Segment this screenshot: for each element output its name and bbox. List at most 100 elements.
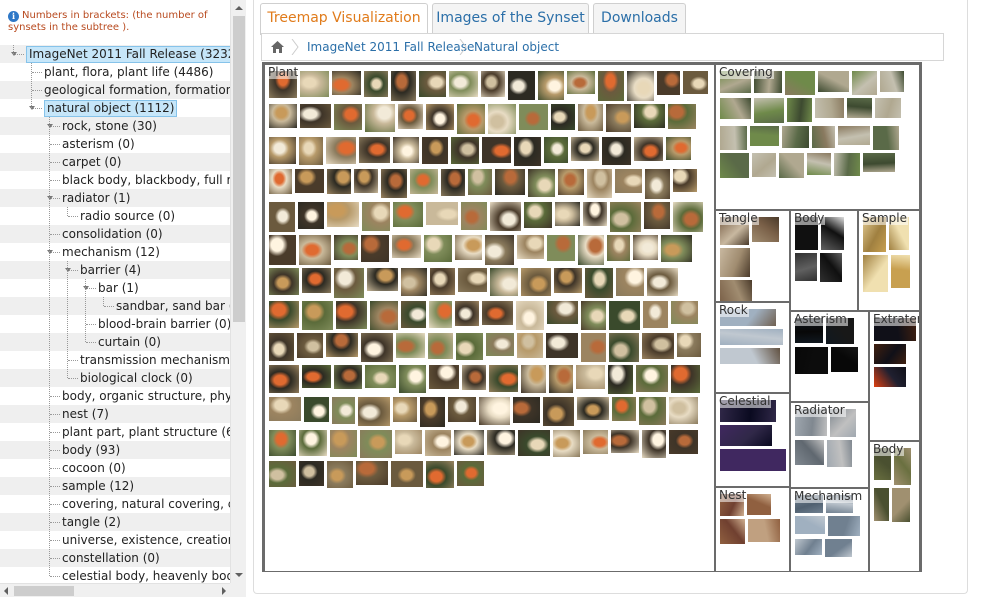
- tree-row[interactable]: body (93): [0, 441, 230, 459]
- tree-row[interactable]: barrier (4): [0, 261, 230, 279]
- synset-thumbnail[interactable]: [420, 397, 445, 427]
- synset-thumbnail[interactable]: [553, 430, 580, 457]
- synset-thumbnail[interactable]: [300, 71, 329, 97]
- tree-vertical-scrollbar[interactable]: [230, 0, 246, 583]
- synset-thumbnail[interactable]: [401, 268, 427, 296]
- synset-thumbnail[interactable]: [795, 253, 817, 281]
- synset-thumbnail[interactable]: [585, 268, 613, 298]
- synset-thumbnail[interactable]: [458, 268, 487, 292]
- synset-thumbnail[interactable]: [661, 235, 692, 262]
- synset-thumbnail[interactable]: [302, 301, 333, 330]
- synset-thumbnail[interactable]: [576, 365, 605, 389]
- synset-thumbnail[interactable]: [354, 169, 378, 193]
- synset-thumbnail[interactable]: [551, 104, 575, 130]
- synset-thumbnail[interactable]: [838, 126, 870, 145]
- synset-thumbnail[interactable]: [401, 301, 426, 328]
- synset-thumbnail[interactable]: [831, 347, 858, 372]
- synset-thumbnail[interactable]: [396, 333, 425, 358]
- synset-thumbnail[interactable]: [818, 71, 849, 92]
- tree-row[interactable]: bar (1): [0, 279, 230, 297]
- synset-thumbnail[interactable]: [627, 71, 654, 101]
- synset-thumbnail[interactable]: [269, 397, 301, 421]
- synset-thumbnail[interactable]: [571, 137, 599, 161]
- treemap-cell-asterism[interactable]: Asterism: [790, 311, 869, 402]
- synset-thumbnail[interactable]: [720, 280, 752, 301]
- treemap-cell-radiator[interactable]: Radiator: [790, 402, 869, 488]
- synset-thumbnail[interactable]: [874, 344, 906, 364]
- synset-thumbnail[interactable]: [297, 333, 323, 358]
- synset-thumbnail[interactable]: [422, 137, 448, 164]
- synset-thumbnail[interactable]: [449, 71, 478, 97]
- treemap-cell-body-organic[interactable]: Body: [790, 210, 858, 311]
- synset-thumbnail[interactable]: [298, 202, 324, 229]
- synset-thumbnail[interactable]: [521, 365, 546, 393]
- synset-thumbnail[interactable]: [429, 301, 452, 328]
- synset-thumbnail[interactable]: [834, 153, 860, 176]
- synset-thumbnail[interactable]: [815, 98, 844, 118]
- synset-thumbnail[interactable]: [581, 301, 606, 330]
- synset-thumbnail[interactable]: [457, 104, 485, 134]
- synset-thumbnail[interactable]: [720, 153, 749, 178]
- synset-thumbnail[interactable]: [481, 71, 505, 97]
- tree-row[interactable]: transmission mechanism (5: [0, 351, 230, 369]
- tree-row[interactable]: covering, natural covering, cov: [0, 495, 230, 513]
- synset-thumbnail[interactable]: [583, 202, 607, 226]
- synset-thumbnail[interactable]: [330, 430, 357, 457]
- tree-row-label[interactable]: bar (1): [98, 279, 139, 297]
- synset-thumbnail[interactable]: [381, 169, 407, 198]
- synset-thumbnail[interactable]: [546, 333, 578, 358]
- tree-row[interactable]: sample (12): [0, 477, 230, 495]
- synset-thumbnail[interactable]: [583, 430, 608, 454]
- synset-thumbnail[interactable]: [269, 301, 299, 328]
- synset-thumbnail[interactable]: [365, 104, 395, 132]
- synset-thumbnail[interactable]: [508, 71, 535, 100]
- synset-thumbnail[interactable]: [863, 255, 888, 292]
- synset-thumbnail[interactable]: [547, 235, 575, 261]
- tree-row-label[interactable]: black body, blackbody, full radi: [62, 171, 230, 189]
- synset-thumbnail[interactable]: [720, 98, 751, 119]
- synset-thumbnail[interactable]: [795, 347, 828, 374]
- synset-thumbnail[interactable]: [361, 235, 389, 262]
- synset-thumbnail[interactable]: [567, 71, 595, 94]
- synset-thumbnail[interactable]: [720, 329, 783, 345]
- synset-thumbnail[interactable]: [485, 235, 514, 265]
- synset-thumbnail[interactable]: [362, 202, 390, 231]
- synset-thumbnail[interactable]: [326, 333, 358, 357]
- breadcrumb-item-root[interactable]: ImageNet 2011 Fall Release: [307, 34, 474, 61]
- synset-thumbnail[interactable]: [609, 301, 640, 330]
- synset-thumbnail[interactable]: [750, 126, 779, 146]
- synset-thumbnail[interactable]: [269, 235, 296, 265]
- synset-thumbnail[interactable]: [393, 202, 423, 227]
- synset-thumbnail[interactable]: [295, 169, 324, 193]
- synset-thumbnail[interactable]: [644, 202, 670, 229]
- synset-thumbnail[interactable]: [517, 235, 544, 259]
- synset-thumbnail[interactable]: [269, 365, 299, 393]
- synset-thumbnail[interactable]: [269, 202, 295, 232]
- synset-thumbnail[interactable]: [448, 397, 476, 422]
- synset-thumbnail[interactable]: [752, 153, 776, 177]
- synset-thumbnail[interactable]: [639, 397, 666, 425]
- tree-row[interactable]: natural object (1112): [0, 99, 230, 117]
- synset-thumbnail[interactable]: [392, 235, 421, 258]
- synset-thumbnail[interactable]: [528, 169, 555, 197]
- synset-thumbnail[interactable]: [673, 202, 703, 232]
- synset-thumbnail[interactable]: [461, 202, 487, 230]
- synset-thumbnail[interactable]: [880, 71, 904, 92]
- synset-thumbnail[interactable]: [863, 153, 895, 172]
- tree-row-label[interactable]: universe, existence, creation, w: [62, 531, 230, 549]
- synset-thumbnail[interactable]: [668, 104, 696, 129]
- tree-row[interactable]: sandbar, sand bar (0: [0, 297, 230, 315]
- synset-thumbnail[interactable]: [607, 235, 630, 261]
- synset-thumbnail[interactable]: [513, 397, 540, 423]
- synset-thumbnail[interactable]: [643, 301, 668, 328]
- synset-thumbnail[interactable]: [598, 71, 624, 101]
- tree-row-label[interactable]: biological clock (0): [80, 369, 193, 387]
- tree-row[interactable]: black body, blackbody, full radi: [0, 171, 230, 189]
- synset-thumbnail[interactable]: [683, 71, 708, 94]
- synset-thumbnail[interactable]: [336, 301, 367, 329]
- tree-row-label[interactable]: body (93): [62, 441, 120, 459]
- synset-thumbnail[interactable]: [334, 365, 362, 389]
- tree-row-label[interactable]: asterism (0): [62, 135, 135, 153]
- tree-row-label[interactable]: sandbar, sand bar (0: [116, 297, 230, 315]
- synset-thumbnail[interactable]: [356, 461, 388, 485]
